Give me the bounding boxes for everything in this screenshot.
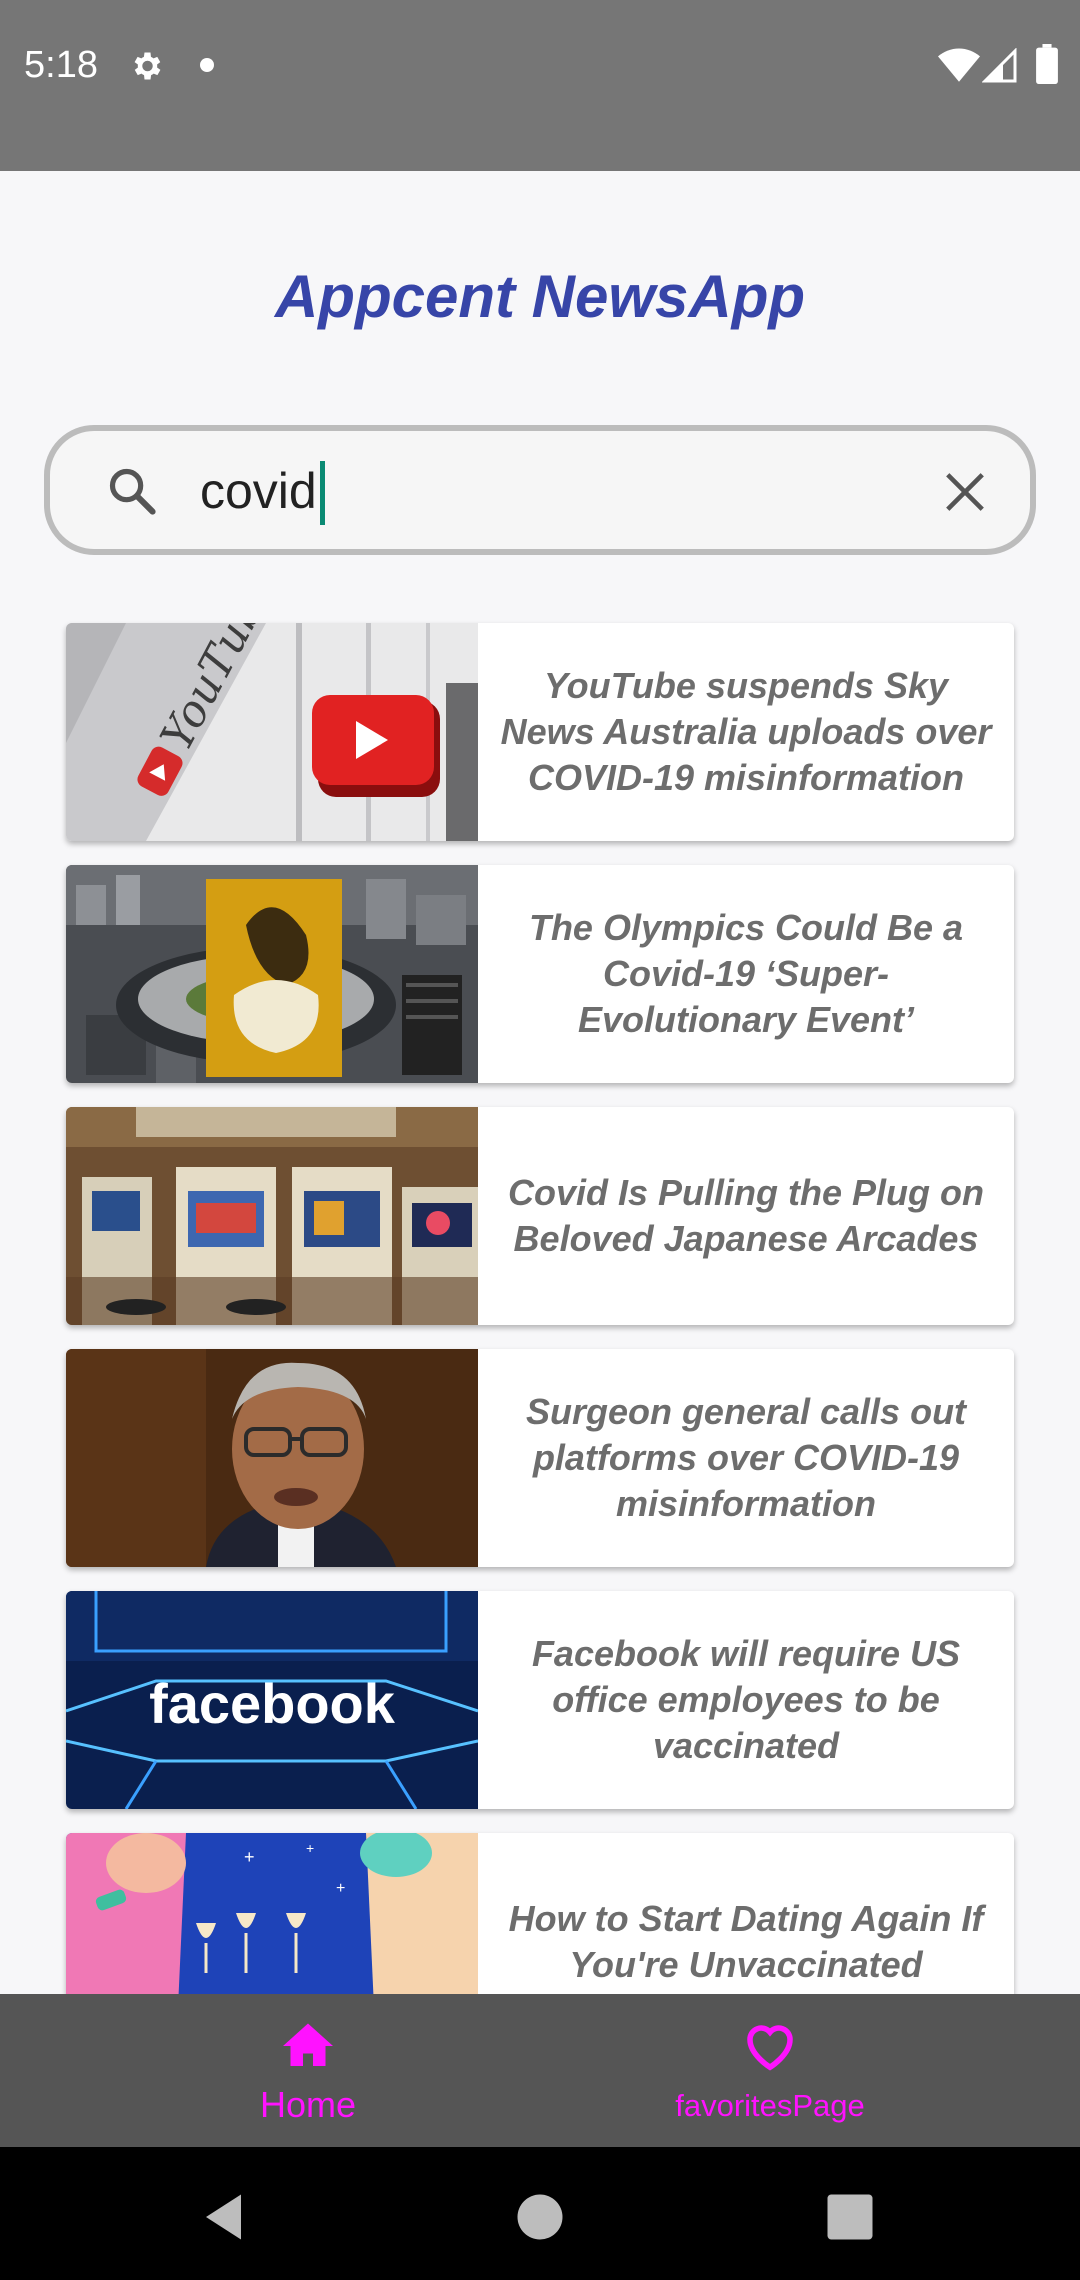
- system-navigation-bar: [0, 2147, 1080, 2280]
- wifi-icon: [938, 48, 980, 82]
- search-icon: [109, 468, 156, 515]
- svg-text:+: +: [244, 1847, 255, 1867]
- gear-icon: [134, 52, 161, 80]
- news-card[interactable]: Surgeon general calls out platforms over…: [66, 1349, 1014, 1567]
- news-card[interactable]: The Olympics Could Be a Covid-19 ‘Super-…: [66, 865, 1014, 1083]
- search-bar[interactable]: [44, 425, 1036, 555]
- news-title: YouTube suspends Sky News Australia uplo…: [500, 665, 992, 798]
- news-title: Surgeon general calls out platforms over…: [525, 1391, 967, 1524]
- bottom-navigation: Home favoritesPage: [0, 1994, 1080, 2147]
- nav-favorites-label: favoritesPage: [675, 2088, 865, 2123]
- app-title: Appcent NewsApp: [274, 263, 806, 330]
- status-time: 5:18: [24, 44, 98, 86]
- battery-icon: [1036, 44, 1058, 84]
- heart-icon: [747, 2025, 793, 2071]
- news-title: Covid Is Pulling the Plug on Beloved Jap…: [508, 1172, 984, 1259]
- svg-text:+: +: [336, 1880, 345, 1897]
- news-card[interactable]: Covid Is Pulling the Plug on Beloved Jap…: [66, 1107, 1014, 1325]
- news-title: The Olympics Could Be a Covid-19 ‘Super-…: [528, 907, 964, 1040]
- text-cursor: [320, 461, 325, 525]
- news-title: How to Start Dating Again If You're Unva…: [508, 1898, 984, 1985]
- olympic-stadium-thumbnail: [66, 865, 478, 1083]
- close-icon[interactable]: [942, 469, 988, 515]
- news-card[interactable]: YouTube YouTube suspends Sky News Austra…: [66, 623, 1014, 841]
- nav-favorites[interactable]: favoritesPage: [620, 1994, 920, 2147]
- news-card[interactable]: + + + How to Start Dating Again If You'r…: [66, 1833, 1014, 1994]
- news-list[interactable]: YouTube YouTube suspends Sky News Austra…: [0, 620, 1080, 1994]
- facebook-logo-thumbnail: facebook: [66, 1591, 478, 1809]
- dating-illustration-thumbnail: + + +: [66, 1833, 478, 1994]
- nav-home[interactable]: Home: [180, 1994, 436, 2147]
- signal-icon: [982, 48, 1017, 83]
- notification-dot-icon: [200, 58, 214, 72]
- nav-home-label: Home: [259, 2084, 357, 2125]
- svg-text:+: +: [306, 1840, 314, 1856]
- news-title: Facebook will require US office employee…: [531, 1633, 961, 1766]
- status-bar: 5:18: [0, 0, 1080, 171]
- home-circle-icon[interactable]: [510, 2187, 570, 2247]
- surgeon-general-thumbnail: [66, 1349, 478, 1567]
- search-input[interactable]: [200, 456, 900, 526]
- recents-icon[interactable]: [820, 2187, 880, 2247]
- news-card[interactable]: facebook Facebook will require US office…: [66, 1591, 1014, 1809]
- facebook-logo-text: facebook: [149, 1672, 396, 1735]
- arcade-machines-thumbnail: [66, 1107, 478, 1325]
- home-icon: [283, 2023, 333, 2066]
- youtube-sign-thumbnail: YouTube: [66, 623, 478, 841]
- back-icon[interactable]: [196, 2187, 256, 2247]
